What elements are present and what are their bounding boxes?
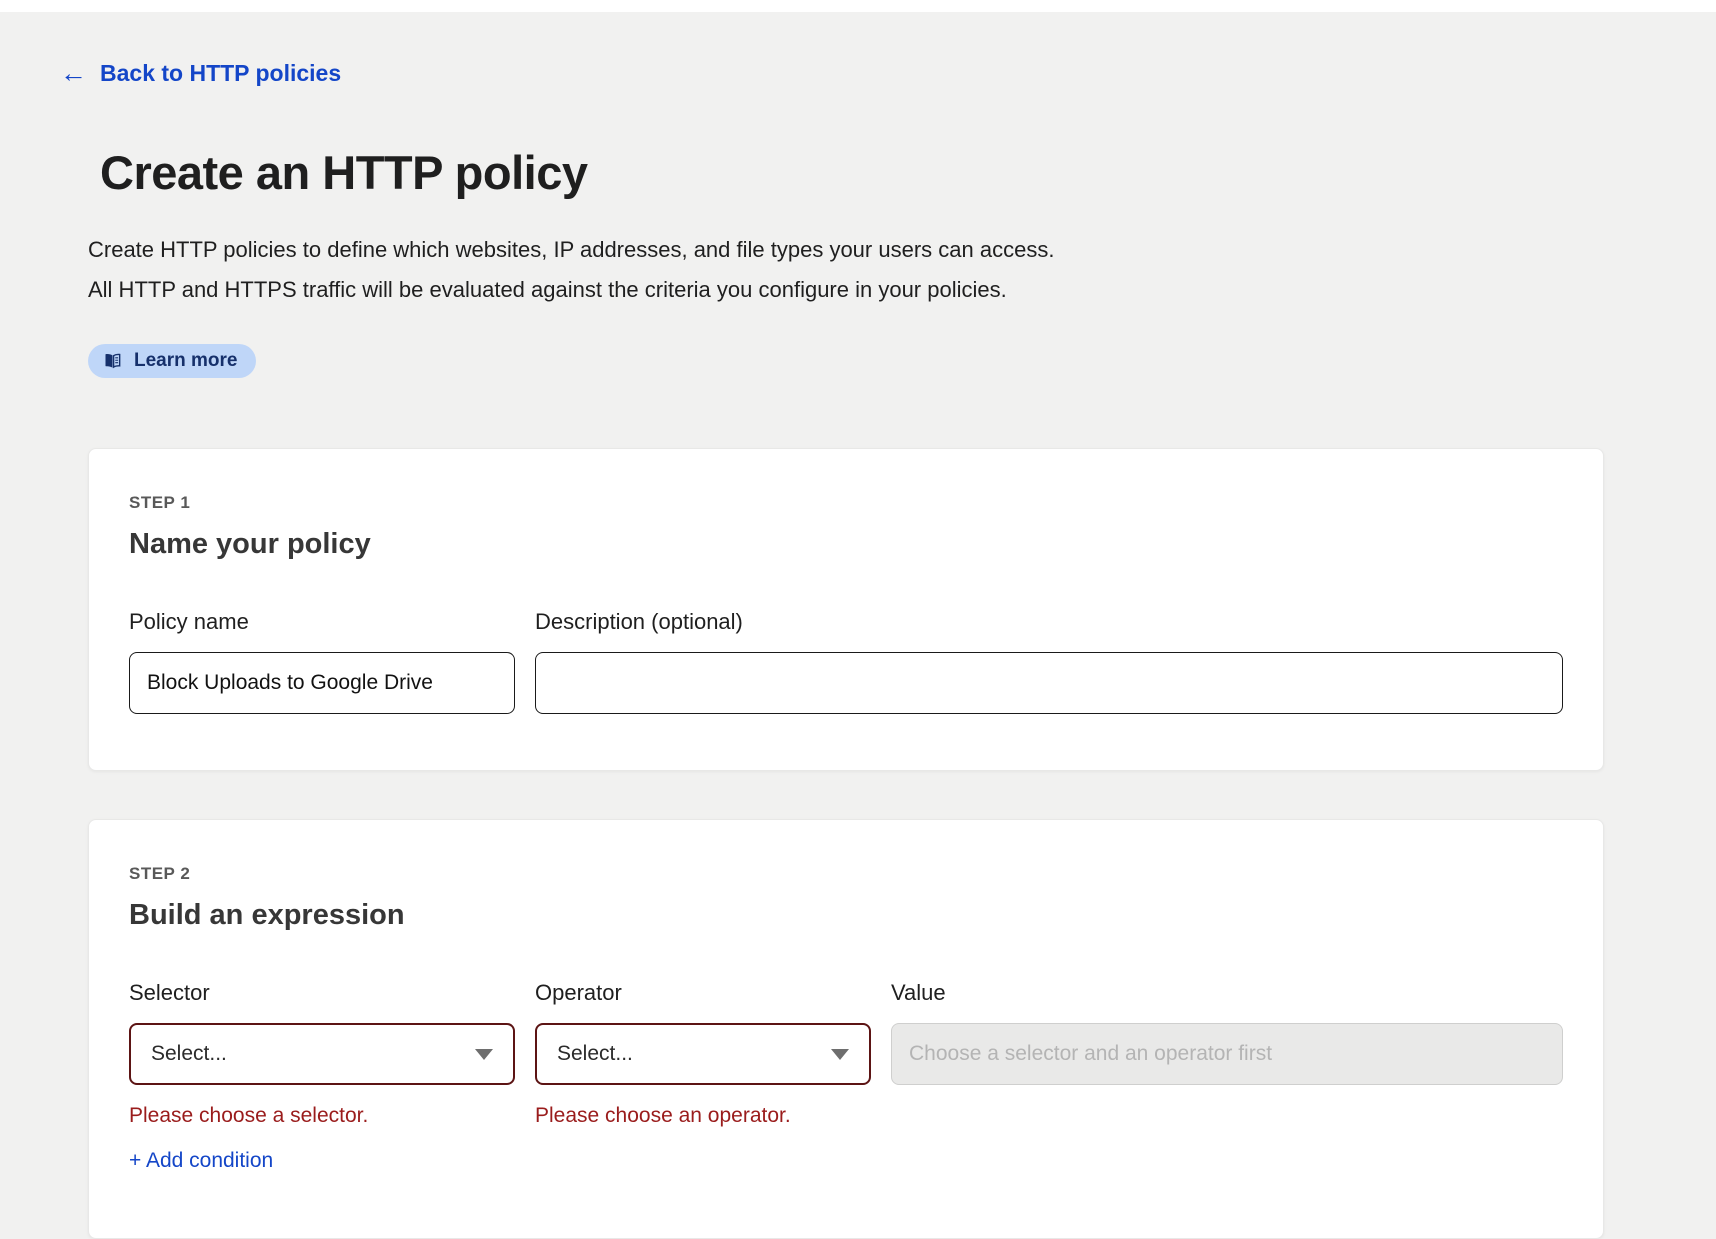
back-arrow-icon: ← bbox=[60, 60, 87, 87]
add-condition-link[interactable]: + Add condition bbox=[129, 1149, 515, 1173]
chevron-down-icon bbox=[475, 1049, 493, 1060]
value-input[interactable] bbox=[891, 1023, 1563, 1085]
value-label: Value bbox=[891, 980, 1563, 1006]
selector-field-group: Selector Select... Please choose a selec… bbox=[129, 980, 515, 1173]
operator-dropdown-value: Select... bbox=[557, 1042, 633, 1066]
operator-dropdown[interactable]: Select... bbox=[535, 1023, 871, 1085]
selector-label: Selector bbox=[129, 980, 515, 1006]
step1-card: STEP 1 Name your policy Policy name Desc… bbox=[88, 448, 1604, 771]
operator-field-group: Operator Select... Please choose an oper… bbox=[535, 980, 871, 1173]
step2-card: STEP 2 Build an expression Selector Sele… bbox=[88, 819, 1604, 1239]
step2-heading: Build an expression bbox=[129, 899, 1563, 932]
step2-label: STEP 2 bbox=[129, 864, 1563, 884]
selector-dropdown[interactable]: Select... bbox=[129, 1023, 515, 1085]
description-label: Description (optional) bbox=[535, 609, 1563, 635]
selector-error-text: Please choose a selector. bbox=[129, 1104, 515, 1128]
back-link-label: Back to HTTP policies bbox=[100, 60, 341, 87]
policy-name-label: Policy name bbox=[129, 609, 515, 635]
page-title: Create an HTTP policy bbox=[100, 145, 1716, 200]
book-icon bbox=[103, 351, 123, 371]
description-field-group: Description (optional) bbox=[535, 609, 1563, 714]
description-input[interactable] bbox=[535, 652, 1563, 714]
back-link[interactable]: ← Back to HTTP policies bbox=[60, 60, 341, 87]
top-strip bbox=[0, 0, 1716, 12]
page-description-line1: Create HTTP policies to define which web… bbox=[88, 230, 1716, 270]
page-description: Create HTTP policies to define which web… bbox=[88, 230, 1716, 310]
step1-heading: Name your policy bbox=[129, 528, 1563, 561]
value-field-group: Value bbox=[891, 980, 1563, 1173]
chevron-down-icon bbox=[831, 1049, 849, 1060]
learn-more-label: Learn more bbox=[134, 350, 237, 372]
page-description-line2: All HTTP and HTTPS traffic will be evalu… bbox=[88, 270, 1716, 310]
learn-more-button[interactable]: Learn more bbox=[88, 344, 256, 378]
operator-error-text: Please choose an operator. bbox=[535, 1104, 871, 1128]
selector-dropdown-value: Select... bbox=[151, 1042, 227, 1066]
operator-label: Operator bbox=[535, 980, 871, 1006]
step1-label: STEP 1 bbox=[129, 493, 1563, 513]
policy-name-field-group: Policy name bbox=[129, 609, 515, 714]
policy-name-input[interactable] bbox=[129, 652, 515, 714]
